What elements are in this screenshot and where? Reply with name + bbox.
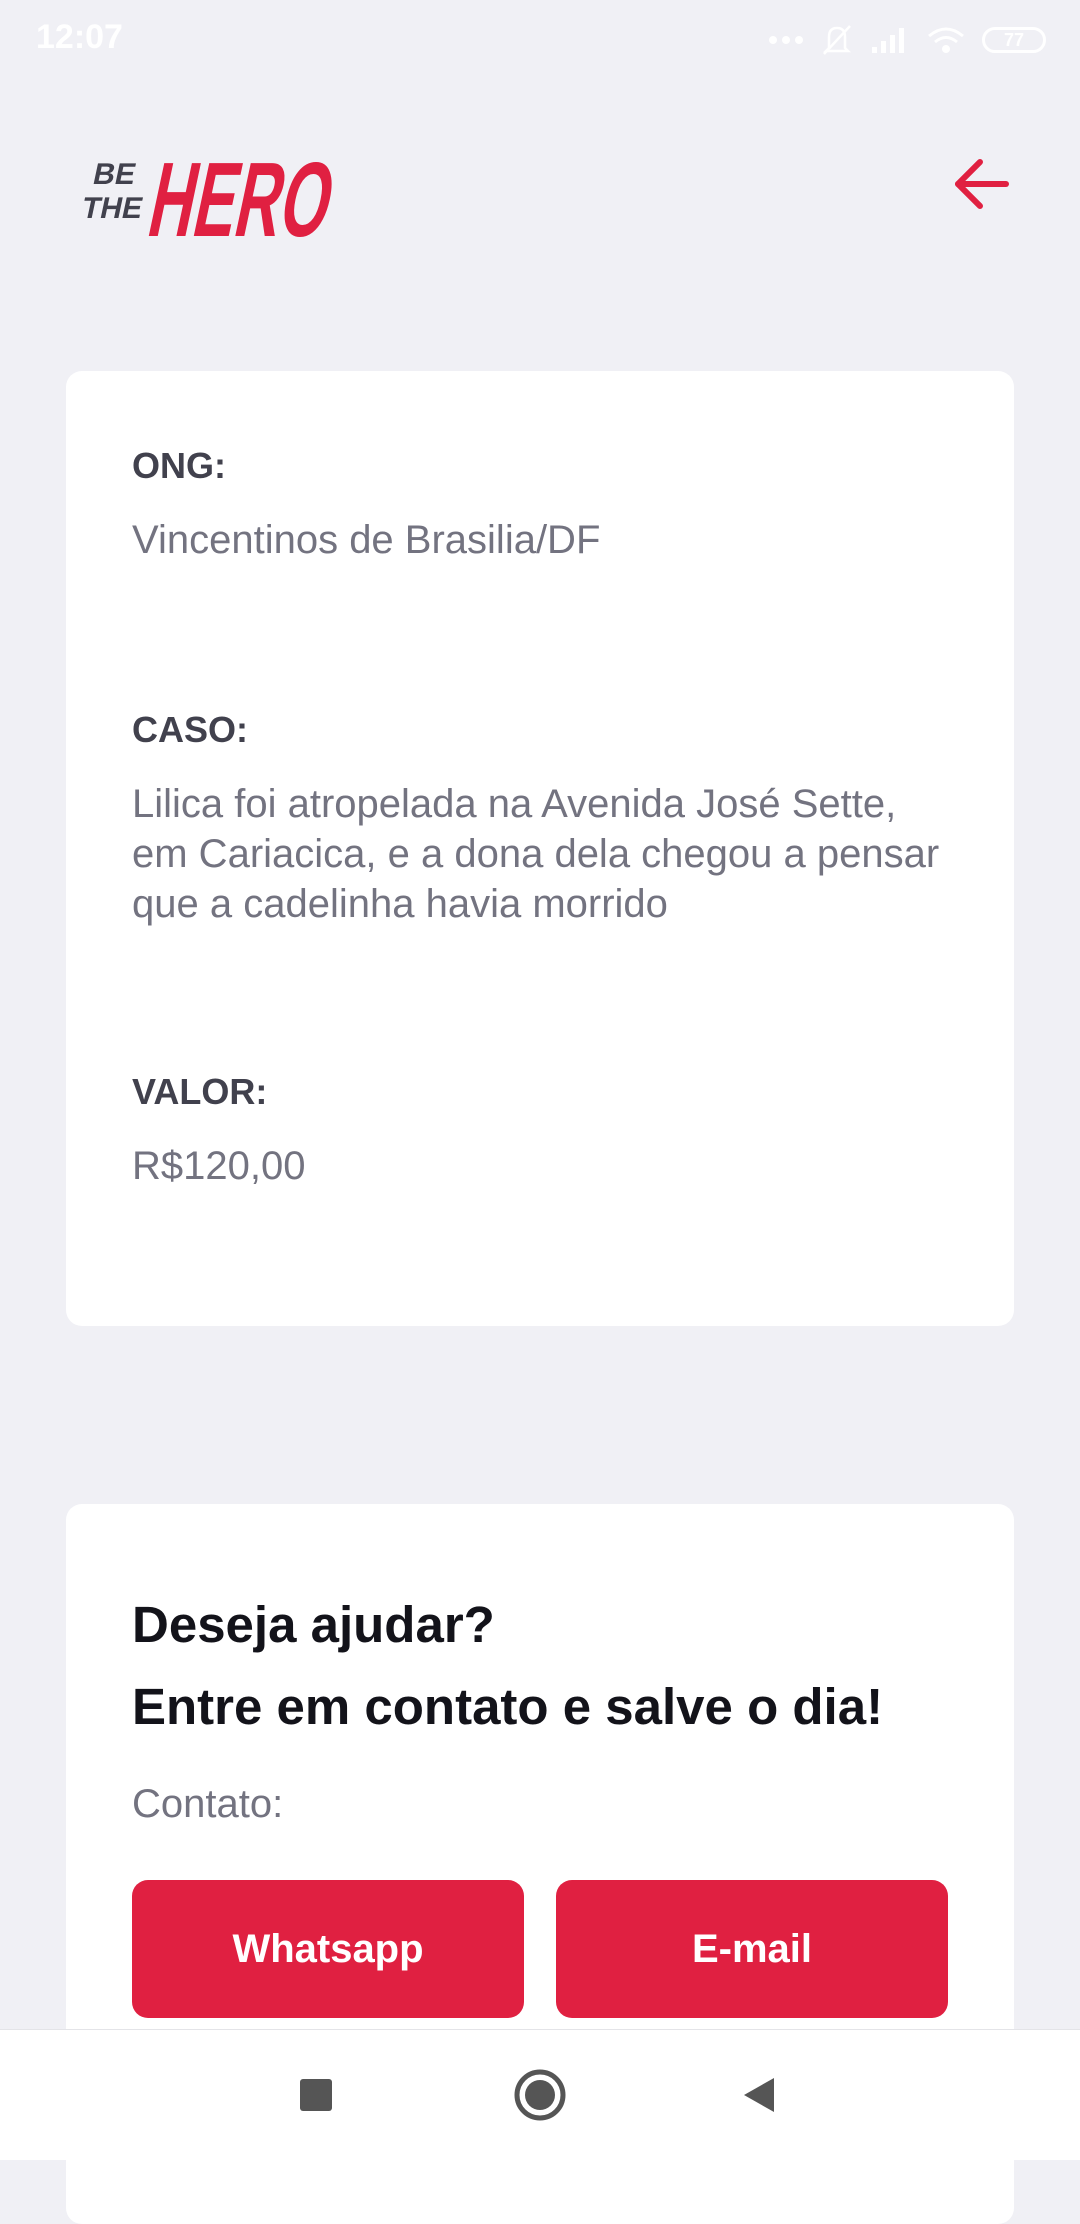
value-label: VALOR: — [132, 1071, 268, 1112]
signal-icon — [870, 25, 910, 55]
status-icons: 77 — [768, 20, 1046, 60]
status-time: 12:07 — [36, 18, 123, 56]
email-button[interactable]: E-mail — [556, 1880, 948, 2018]
contact-actions: Whatsapp E-mail — [132, 1880, 948, 2018]
value-value: R$120,00 — [132, 1144, 306, 1188]
ong-value: Vincentinos de Brasilia/DF — [132, 518, 601, 562]
home-button[interactable] — [508, 2063, 572, 2127]
system-nav-bar — [0, 2029, 1080, 2160]
be-the-hero-logo: BE THE HERO — [64, 126, 345, 259]
contact-label: Contato: — [132, 1782, 284, 1826]
ong-label: ONG: — [132, 445, 226, 486]
incident-card: ONG: Vincentinos de Brasilia/DF CASO: Li… — [66, 371, 1014, 1326]
more-dots-icon — [768, 35, 804, 45]
back-triangle-icon — [744, 2078, 774, 2112]
logo-text-hero: HERO — [140, 140, 334, 246]
recents-square-icon — [300, 2079, 332, 2111]
battery-icon: 77 — [982, 27, 1046, 53]
logo-text-be: BE — [90, 158, 139, 191]
case-value: Lilica foi atropelada na Avenida José Se… — [132, 782, 940, 926]
status-bar: 12:07 77 — [0, 0, 1080, 78]
case-label: CASO: — [132, 709, 248, 750]
whatsapp-button[interactable]: Whatsapp — [132, 1880, 524, 2018]
logo-text-the: THE — [79, 192, 146, 225]
contact-title-line2: Entre em contato e salve o dia! — [132, 1678, 884, 1735]
bell-off-icon — [820, 22, 854, 58]
contact-title: Deseja ajudar? Entre em contato e salve … — [132, 1584, 952, 1748]
header: BE THE HERO — [0, 110, 1080, 260]
wifi-icon — [926, 25, 966, 55]
recents-button[interactable] — [284, 2063, 348, 2127]
home-circle-icon — [514, 2069, 566, 2121]
nav-back-button[interactable] — [728, 2063, 792, 2127]
arrow-left-icon — [955, 159, 1009, 209]
back-button[interactable] — [950, 152, 1014, 216]
contact-title-line1: Deseja ajudar? — [132, 1596, 495, 1653]
